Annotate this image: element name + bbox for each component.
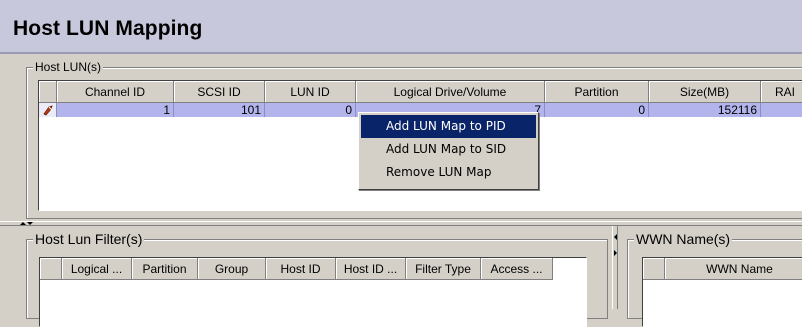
column-header-group[interactable]: Group: [198, 258, 266, 280]
splitter-arrows-icon[interactable]: [18, 221, 34, 226]
column-header-logical-drive[interactable]: Logical Drive/Volume: [356, 81, 545, 103]
column-header-filter-type[interactable]: Filter Type: [406, 258, 481, 280]
wwn-names-table[interactable]: WWN Name: [642, 257, 802, 327]
column-header-access[interactable]: Access ...: [481, 258, 553, 280]
column-header-logical[interactable]: Logical ...: [62, 258, 132, 280]
column-header-select[interactable]: [643, 258, 665, 280]
host-lun-filter-table[interactable]: Logical ... Partition Group Host ID Host…: [39, 257, 587, 327]
vertical-splitter[interactable]: [612, 226, 618, 309]
column-header-lun-id[interactable]: LUN ID: [265, 81, 356, 103]
menu-item-add-lun-map-pid[interactable]: Add LUN Map to PID: [361, 115, 536, 138]
host-lun-filter-group-title: Host Lun Filter(s): [33, 231, 145, 247]
column-header-host-id[interactable]: Host ID: [266, 258, 336, 280]
host-lun-table-header: Channel ID SCSI ID LUN ID Logical Drive/…: [39, 81, 802, 103]
context-menu: Add LUN Map to PID Add LUN Map to SID Re…: [358, 112, 539, 190]
column-header-partition[interactable]: Partition: [545, 81, 649, 103]
column-header-scsi-id[interactable]: SCSI ID: [174, 81, 265, 103]
cell-scsi-id: 101: [174, 103, 265, 117]
menu-item-remove-lun-map[interactable]: Remove LUN Map: [359, 161, 538, 184]
column-header-select[interactable]: [40, 258, 62, 280]
cell-channel-id: 1: [57, 103, 174, 117]
horizontal-splitter[interactable]: [0, 221, 802, 226]
column-header-raid[interactable]: RAI: [761, 81, 802, 103]
cell-raid: [761, 103, 802, 117]
cell-partition: 0: [545, 103, 649, 117]
page-title: Host LUN Mapping: [13, 17, 203, 40]
cell-lun-id: 0: [265, 103, 356, 117]
column-header-size[interactable]: Size(MB): [649, 81, 761, 103]
column-header-channel-id[interactable]: Channel ID: [57, 81, 174, 103]
wwn-names-group: WWN Name(s) WWN Name: [627, 232, 802, 327]
column-header-select[interactable]: [39, 81, 57, 103]
column-header-partition[interactable]: Partition: [132, 258, 198, 280]
cell-size: 152116: [649, 103, 761, 117]
host-lun-group-title: Host LUN(s): [33, 60, 104, 74]
menu-item-add-lun-map-sid[interactable]: Add LUN Map to SID: [359, 138, 538, 161]
column-header-host-id-mask[interactable]: Host ID ...: [336, 258, 406, 280]
host-lun-filter-table-header: Logical ... Partition Group Host ID Host…: [40, 258, 553, 280]
page-header: Host LUN Mapping: [0, 0, 802, 54]
host-lun-filter-group: Host Lun Filter(s) Logical ... Partition…: [26, 232, 608, 327]
column-header-wwn-name[interactable]: WWN Name: [665, 258, 802, 280]
wwn-names-group-title: WWN Name(s): [634, 231, 733, 247]
splitter-arrows-icon[interactable]: [613, 232, 618, 258]
drive-icon: [39, 103, 57, 117]
wwn-names-table-header: WWN Name: [643, 258, 802, 280]
